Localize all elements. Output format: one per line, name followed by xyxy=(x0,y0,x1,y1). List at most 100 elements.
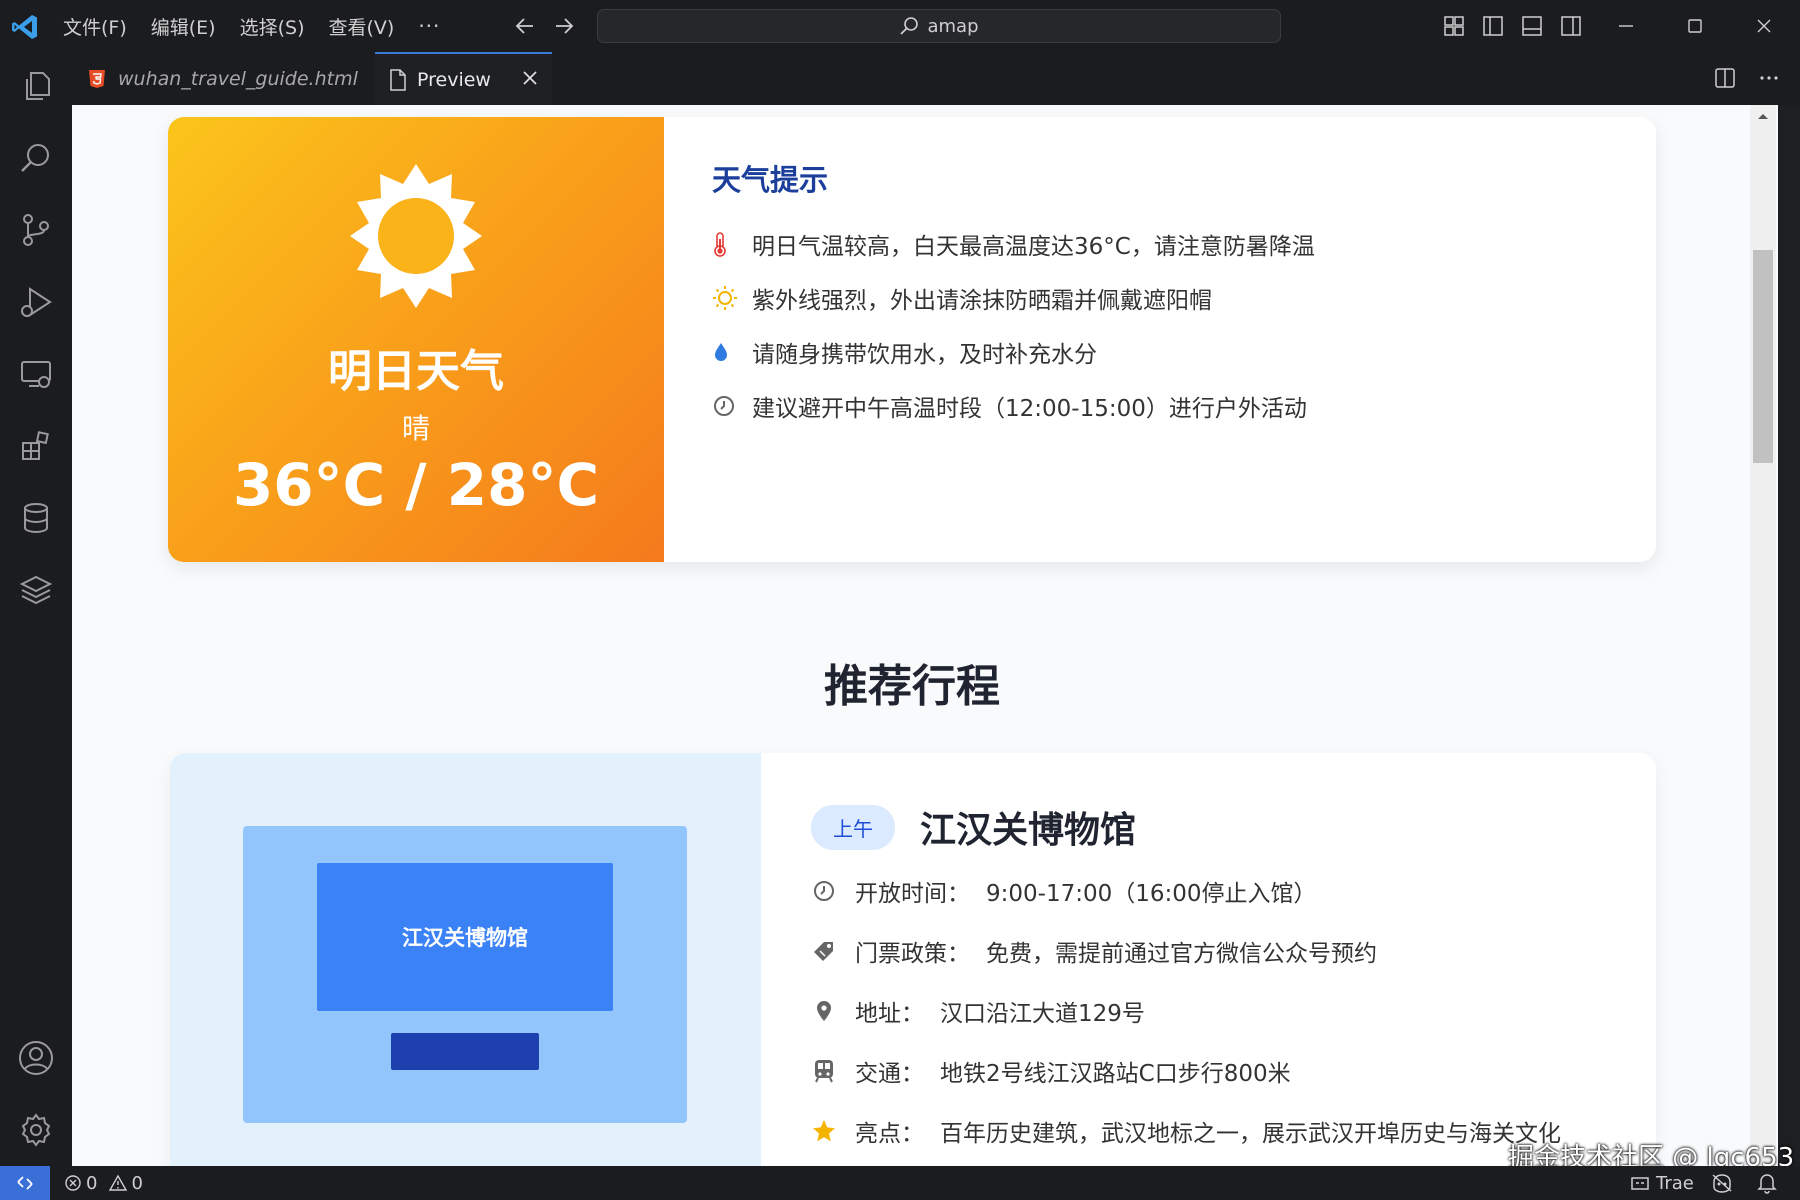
detail-row: 亮点： 百年历史建筑，武汉地标之一，展示武汉开埠历史与海关文化 xyxy=(811,1101,1561,1161)
problems-indicator[interactable]: 0 0 xyxy=(64,1166,155,1200)
menu-selection[interactable]: 选择(S) xyxy=(240,13,305,40)
tab-label: Preview xyxy=(417,68,491,91)
weather-temperature: 36°C / 28°C xyxy=(232,451,600,519)
detail-value: 9:00-17:00（16:00停止入馆） xyxy=(986,881,1317,907)
menu-bar: 文件(F) 编辑(E) 选择(S) 查看(V) ··· xyxy=(63,0,440,52)
warning-icon xyxy=(109,1174,128,1191)
illustration-label: 江汉关博物馆 xyxy=(317,863,613,1011)
tab-label: wuhan_travel_guide.html xyxy=(118,67,358,90)
ticket-icon xyxy=(811,939,837,963)
preview-pane[interactable]: 明日天气 晴 36°C / 28°C 天气提示 明日气温较高，白天最高温度达36… xyxy=(72,105,1778,1166)
thermometer-icon xyxy=(712,231,740,257)
weather-tips: 天气提示 明日气温较高，白天最高温度达36°C，请注意防暑降温 紫外线强烈，外出… xyxy=(712,157,1315,433)
toggle-panel-icon[interactable] xyxy=(1521,15,1543,37)
scrollbar-thumb[interactable] xyxy=(1753,250,1773,463)
trae-icon xyxy=(1631,1177,1649,1190)
menu-edit[interactable]: 编辑(E) xyxy=(151,13,216,40)
warning-count: 0 xyxy=(131,1172,143,1194)
attraction-header: 上午 江汉关博物馆 xyxy=(811,804,1561,851)
tip-item: 紫外线强烈，外出请涂抹防晒霜并佩戴遮阳帽 xyxy=(712,271,1315,325)
tip-text: 请随身携带饮用水，及时补充水分 xyxy=(752,342,1097,368)
close-window-icon[interactable] xyxy=(1731,0,1797,52)
detail-value: 免费，需提前通过官方微信公众号预约 xyxy=(986,941,1377,967)
sun-icon xyxy=(712,285,740,311)
clock-icon xyxy=(811,879,837,903)
trae-indicator[interactable]: Trae xyxy=(1630,1166,1694,1200)
attraction-details: 上午 江汉关博物馆 开放时间： 9:00-17:00（16:00停止入馆） 门票… xyxy=(811,804,1561,1161)
search-text: amap xyxy=(927,15,979,37)
tip-text: 明日气温较高，白天最高温度达36°C，请注意防暑降温 xyxy=(752,234,1315,260)
remote-explorer-icon[interactable] xyxy=(16,354,56,394)
weather-card: 明日天气 晴 36°C / 28°C 天气提示 明日气温较高，白天最高温度达36… xyxy=(168,117,1656,562)
tab-preview[interactable]: Preview xyxy=(375,52,552,105)
toggle-secondary-sidebar-icon[interactable] xyxy=(1560,15,1582,37)
tip-text: 紫外线强烈，外出请涂抹防晒霜并佩戴遮阳帽 xyxy=(752,288,1212,314)
illustration-base xyxy=(391,1033,539,1070)
detail-label: 亮点： xyxy=(855,1121,924,1147)
scroll-up-arrow-icon[interactable] xyxy=(1757,112,1769,120)
attraction-title: 江汉关博物馆 xyxy=(920,810,1137,851)
detail-value: 汉口沿江大道129号 xyxy=(940,1001,1145,1027)
explorer-icon[interactable] xyxy=(16,66,56,106)
maximize-icon[interactable] xyxy=(1662,0,1728,52)
search-icon xyxy=(900,17,919,35)
train-icon xyxy=(811,1058,837,1084)
remote-indicator-icon[interactable] xyxy=(0,1166,50,1200)
tip-text: 建议避开中午高温时段（12:00-15:00）进行户外活动 xyxy=(752,396,1307,422)
detail-value: 地铁2号线江汉路站C口步行800米 xyxy=(940,1061,1291,1087)
museum-illustration: 江汉关博物馆 xyxy=(243,826,687,1123)
star-icon xyxy=(811,1118,837,1144)
database-icon[interactable] xyxy=(16,498,56,538)
attraction-image: 江汉关博物馆 xyxy=(170,753,761,1166)
activity-bar xyxy=(0,52,72,1166)
detail-label: 交通： xyxy=(855,1061,924,1087)
close-tab-icon[interactable] xyxy=(520,68,540,88)
tip-item: 建议避开中午高温时段（12:00-15:00）进行户外活动 xyxy=(712,379,1315,433)
weather-title: 明日天气 xyxy=(328,346,504,397)
copilot-icon[interactable] xyxy=(1710,1172,1734,1194)
account-icon[interactable] xyxy=(16,1038,56,1078)
run-debug-icon[interactable] xyxy=(16,282,56,322)
notification-bell-icon[interactable] xyxy=(1757,1172,1777,1194)
detail-label: 门票政策： xyxy=(855,941,970,967)
settings-gear-icon[interactable] xyxy=(16,1110,56,1150)
weather-condition: 晴 xyxy=(401,412,430,445)
detail-label: 开放时间： xyxy=(855,881,970,907)
split-editor-icon[interactable] xyxy=(1714,67,1736,89)
weather-summary: 明日天气 晴 36°C / 28°C xyxy=(168,117,664,562)
search-icon[interactable] xyxy=(16,138,56,178)
customize-layout-icon[interactable] xyxy=(1443,15,1465,37)
layers-icon[interactable] xyxy=(16,570,56,610)
source-control-icon[interactable] xyxy=(16,210,56,250)
error-count: 0 xyxy=(86,1172,98,1194)
app-logo-icon xyxy=(10,12,40,42)
detail-row: 门票政策： 免费，需提前通过官方微信公众号预约 xyxy=(811,921,1561,981)
tip-item: 明日气温较高，白天最高温度达36°C，请注意防暑降温 xyxy=(712,217,1315,271)
detail-row: 地址： 汉口沿江大道129号 xyxy=(811,981,1561,1041)
tab-wuhan-travel-guide[interactable]: wuhan_travel_guide.html xyxy=(88,52,358,105)
tip-item: 请随身携带饮用水，及时补充水分 xyxy=(712,325,1315,379)
menu-view[interactable]: 查看(V) xyxy=(329,13,395,40)
detail-label: 地址： xyxy=(855,1001,924,1027)
clock-icon xyxy=(712,394,740,418)
water-drop-icon xyxy=(712,341,740,363)
map-pin-icon xyxy=(811,999,837,1023)
more-actions-icon[interactable] xyxy=(1758,67,1780,89)
command-search-box[interactable]: amap xyxy=(597,9,1281,43)
trae-label: Trae xyxy=(1656,1172,1694,1194)
section-title: 推荐行程 xyxy=(824,661,1000,712)
detail-value: 百年历史建筑，武汉地标之一，展示武汉开埠历史与海关文化 xyxy=(940,1121,1561,1147)
title-bar: 文件(F) 编辑(E) 选择(S) 查看(V) ··· amap xyxy=(0,0,1800,52)
menu-more[interactable]: ··· xyxy=(418,14,440,38)
forward-arrow-icon[interactable] xyxy=(553,15,575,37)
itinerary-card: 江汉关博物馆 上午 江汉关博物馆 开放时间： 9:00-17:00（16:00停… xyxy=(170,753,1656,1166)
editor-actions xyxy=(1714,67,1780,89)
back-arrow-icon[interactable] xyxy=(514,15,536,37)
menu-file[interactable]: 文件(F) xyxy=(63,13,127,40)
detail-row: 交通： 地铁2号线江汉路站C口步行800米 xyxy=(811,1041,1561,1101)
error-icon xyxy=(65,1175,81,1191)
minimize-icon[interactable] xyxy=(1593,0,1659,52)
extensions-icon[interactable] xyxy=(16,426,56,466)
toggle-primary-sidebar-icon[interactable] xyxy=(1482,15,1504,37)
detail-row: 开放时间： 9:00-17:00（16:00停止入馆） xyxy=(811,861,1561,921)
